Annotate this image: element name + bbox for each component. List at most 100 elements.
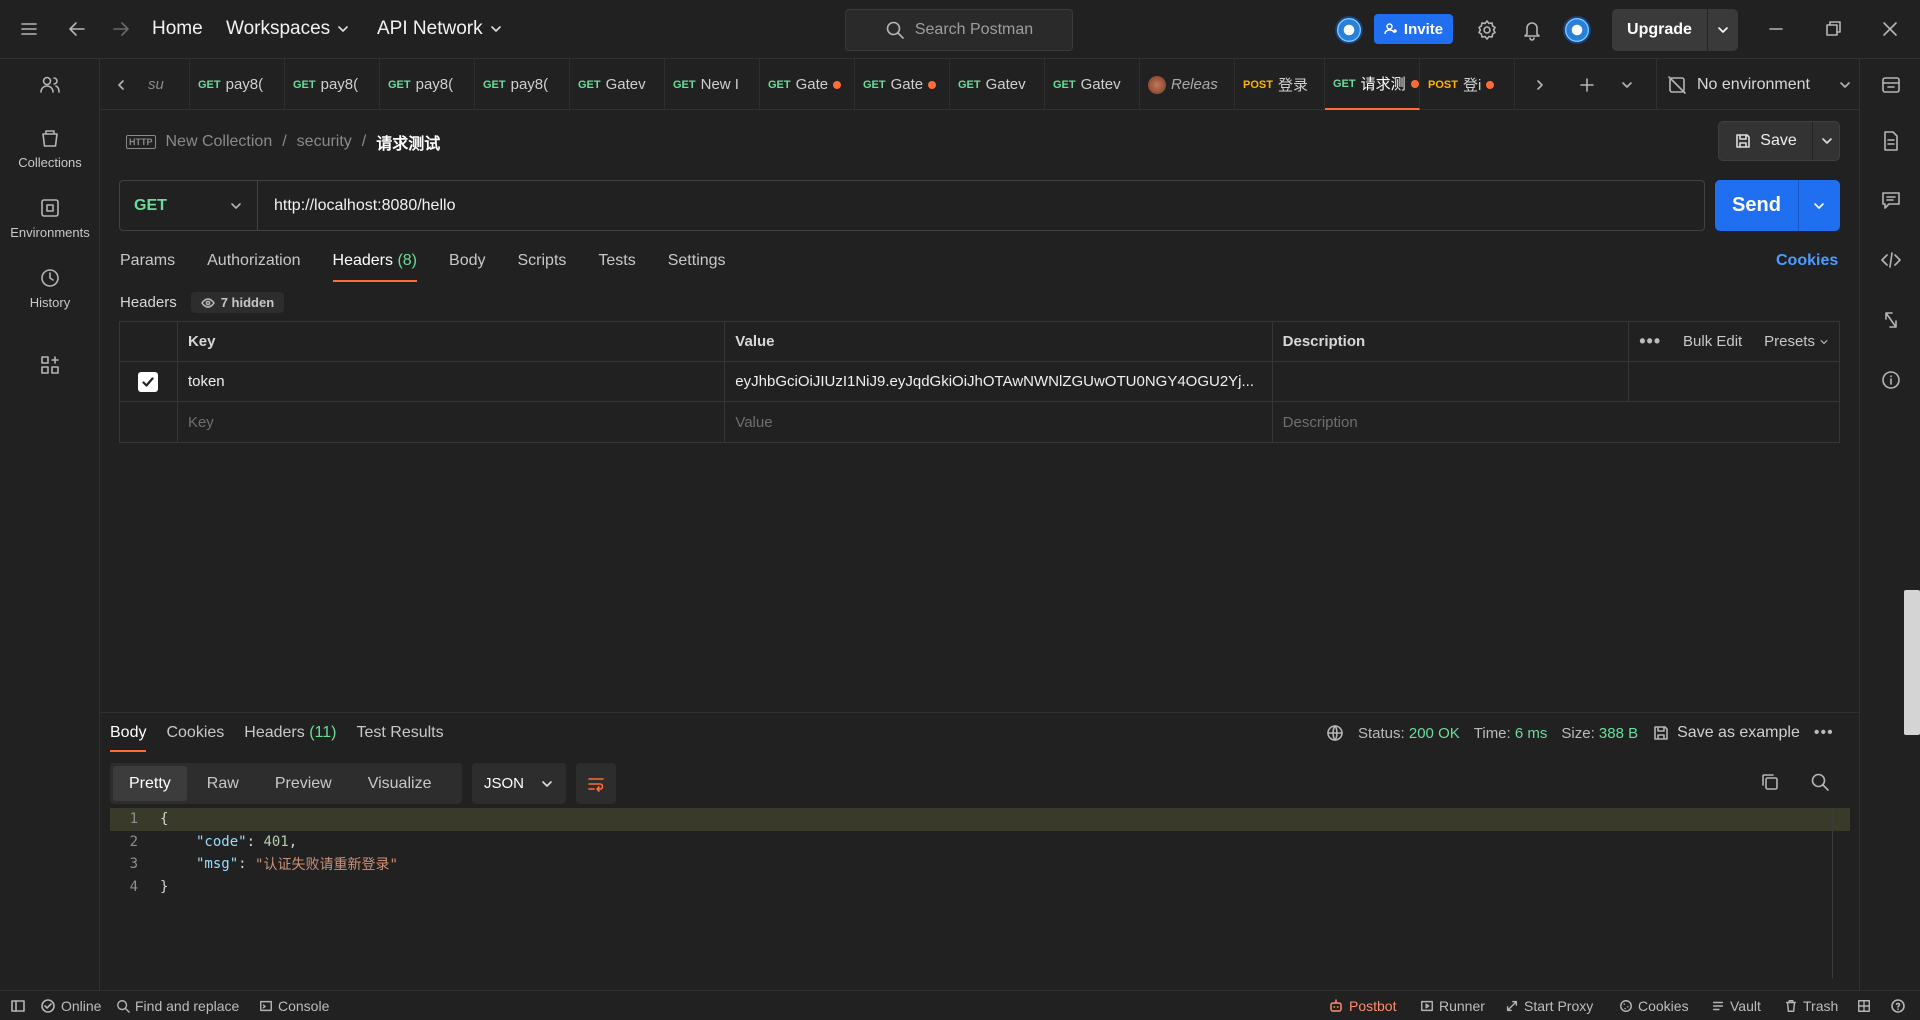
row-checkbox[interactable] <box>120 362 178 401</box>
related-collections-icon[interactable] <box>1880 309 1902 331</box>
console-button[interactable]: Console <box>259 991 329 1020</box>
new-tab-plus-icon[interactable] <box>1570 59 1610 110</box>
online-status[interactable]: Online <box>40 991 101 1020</box>
close-icon[interactable] <box>1880 19 1900 39</box>
team-members-icon[interactable] <box>0 74 100 96</box>
new-key-input[interactable]: Key <box>178 402 726 442</box>
send-button[interactable]: Send <box>1715 180 1840 231</box>
tab-body[interactable]: Body <box>449 252 485 282</box>
back-arrow-icon[interactable] <box>67 19 87 39</box>
comments-icon[interactable] <box>1880 189 1902 211</box>
settings-gear-icon[interactable] <box>1476 19 1498 41</box>
add-apps-icon[interactable] <box>0 354 100 376</box>
request-tab[interactable]: GET pay8( <box>190 59 285 110</box>
request-tab[interactable]: GET pay8( <box>475 59 570 110</box>
search-input[interactable]: Search Postman <box>845 9 1073 51</box>
api-network-menu[interactable]: API Network <box>377 18 503 40</box>
request-tab[interactable]: POST 登录 <box>1235 59 1325 110</box>
language-select[interactable]: JSON <box>472 763 566 804</box>
request-tab[interactable]: GET pay8( <box>285 59 380 110</box>
tab-headers[interactable]: Headers (8) <box>332 252 418 282</box>
invite-button[interactable]: Invite <box>1374 14 1453 44</box>
cookies-link[interactable]: Cookies <box>1776 252 1838 270</box>
tab-authorization[interactable]: Authorization <box>207 252 300 282</box>
format-preview[interactable]: Preview <box>259 766 348 801</box>
time-field[interactable]: Time: 6 ms <box>1474 725 1548 742</box>
find-replace-button[interactable]: Find and replace <box>116 991 239 1020</box>
help-icon[interactable] <box>1890 991 1906 1020</box>
more-options-icon[interactable]: ••• <box>1814 724 1834 742</box>
request-tab[interactable]: GET pay8( <box>380 59 475 110</box>
tab-tests[interactable]: Tests <box>598 252 635 282</box>
request-tab[interactable]: su <box>140 59 190 110</box>
request-tab[interactable]: GET Gate <box>760 59 855 110</box>
breadcrumb-request[interactable]: 请求测试 <box>376 130 440 154</box>
info-icon[interactable] <box>1880 369 1902 391</box>
new-description-input[interactable]: Description <box>1273 402 1839 442</box>
request-tab[interactable]: GET Gatev <box>1045 59 1140 110</box>
breadcrumb-folder[interactable]: security <box>297 133 352 151</box>
toggle-sidebar-icon[interactable] <box>10 991 26 1020</box>
bulk-edit-button[interactable]: Bulk Edit <box>1683 333 1742 350</box>
restore-icon[interactable] <box>1823 19 1843 39</box>
vault-button[interactable]: Vault <box>1711 991 1761 1020</box>
size-field[interactable]: Size: 388 B <box>1561 725 1638 742</box>
format-raw[interactable]: Raw <box>191 766 255 801</box>
format-visualize[interactable]: Visualize <box>352 766 448 801</box>
environment-select[interactable]: No environment <box>1656 59 1856 110</box>
copy-icon[interactable] <box>1760 772 1780 792</box>
header-key-input[interactable]: token <box>178 362 726 401</box>
editor-scrollbar[interactable] <box>1832 808 1833 978</box>
format-pretty[interactable]: Pretty <box>113 766 187 801</box>
minimize-icon[interactable] <box>1766 19 1786 39</box>
more-options-icon[interactable]: ••• <box>1639 331 1661 352</box>
request-tab[interactable]: Releas <box>1140 59 1235 110</box>
menu-icon[interactable] <box>20 20 38 38</box>
response-body-editor[interactable]: 1 { 2 "code": 401, 3 "msg": "认证失败请重新登录" … <box>110 808 1850 898</box>
scroll-tabs-left-icon[interactable] <box>110 59 136 110</box>
breadcrumb-collection[interactable]: New Collection <box>166 133 273 151</box>
cookies-button[interactable]: Cookies <box>1619 991 1689 1020</box>
tab-settings[interactable]: Settings <box>668 252 726 282</box>
layout-grid-icon[interactable] <box>1857 991 1871 1020</box>
team-avatar[interactable] <box>1335 16 1363 44</box>
request-tab-active[interactable]: GET 请求测 <box>1325 59 1420 110</box>
search-icon[interactable] <box>1810 772 1830 792</box>
request-tab[interactable]: GET Gatev <box>950 59 1045 110</box>
method-select[interactable]: GET <box>120 181 258 230</box>
header-description-input[interactable] <box>1273 362 1630 401</box>
presets-dropdown[interactable]: Presets <box>1764 333 1829 350</box>
header-value-input[interactable]: eyJhbGciOiJIUzI1NiJ9.eyJqdGkiOiJhOTAwNWN… <box>725 362 1273 401</box>
hidden-headers-toggle[interactable]: 7 hidden <box>190 292 285 313</box>
wrap-lines-icon[interactable] <box>576 763 616 804</box>
scroll-tabs-right-icon[interactable] <box>1525 59 1565 110</box>
response-tab-headers[interactable]: Headers (11) <box>244 724 336 752</box>
environment-quick-look-icon[interactable] <box>1880 74 1902 96</box>
save-button[interactable]: Save <box>1718 121 1840 161</box>
url-input[interactable]: http://localhost:8080/hello <box>258 197 455 215</box>
tab-scripts[interactable]: Scripts <box>517 252 566 282</box>
upgrade-button[interactable]: Upgrade <box>1612 9 1738 51</box>
save-as-example-button[interactable]: Save as example <box>1652 724 1800 742</box>
sidebar-item-history[interactable]: History <box>0 267 100 310</box>
sidebar-item-collections[interactable]: Collections <box>0 127 100 170</box>
workspaces-menu[interactable]: Workspaces <box>226 18 350 40</box>
trash-button[interactable]: Trash <box>1784 991 1838 1020</box>
status-field[interactable]: Status: 200 OK <box>1358 725 1460 742</box>
runner-button[interactable]: Runner <box>1420 991 1485 1020</box>
forward-arrow-icon[interactable] <box>111 19 131 39</box>
response-tab-test-results[interactable]: Test Results <box>356 724 443 752</box>
request-tab[interactable]: GET Gatev <box>570 59 665 110</box>
response-tab-cookies[interactable]: Cookies <box>166 724 224 752</box>
response-tab-body[interactable]: Body <box>110 724 147 752</box>
request-tab[interactable]: POST 登i <box>1420 59 1515 110</box>
new-value-input[interactable]: Value <box>725 402 1273 442</box>
documentation-icon[interactable] <box>1880 130 1902 152</box>
home-link[interactable]: Home <box>152 18 203 40</box>
sidebar-item-environments[interactable]: Environments <box>0 197 100 240</box>
request-tab[interactable]: GET Gate <box>855 59 950 110</box>
postbot-button[interactable]: Postbot <box>1328 991 1396 1020</box>
code-snippet-icon[interactable] <box>1880 249 1902 271</box>
tabs-overflow-chevron-icon[interactable] <box>1612 59 1652 110</box>
request-tab[interactable]: GET New I <box>665 59 760 110</box>
